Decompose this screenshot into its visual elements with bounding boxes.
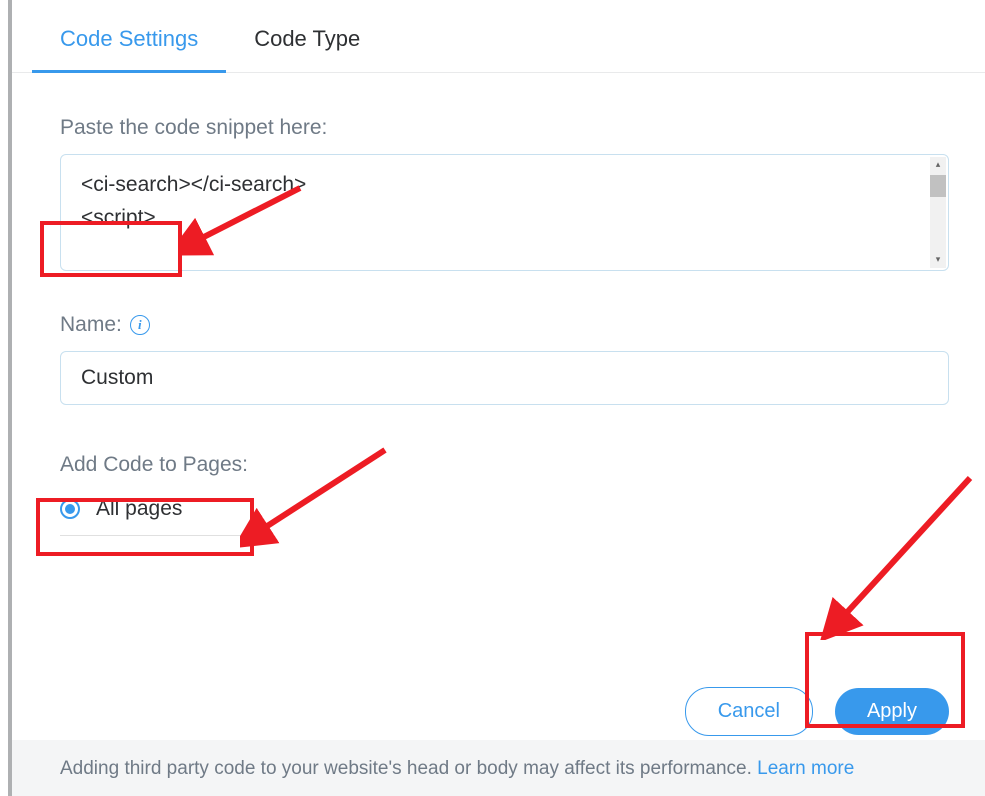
footer-text: Adding third party code to your website'… (60, 758, 757, 779)
radio-label: All pages (96, 497, 182, 521)
code-line: <ci-search></ci-search> (81, 169, 928, 202)
scroll-up-icon[interactable]: ▴ (930, 157, 946, 173)
cancel-button[interactable]: Cancel (685, 687, 813, 736)
snippet-label: Paste the code snippet here: (60, 116, 949, 140)
content-area[interactable]: Paste the code snippet here: <ci-search>… (12, 86, 949, 692)
learn-more-link[interactable]: Learn more (757, 758, 854, 779)
radio-all-pages[interactable]: All pages (60, 491, 260, 536)
name-input[interactable] (60, 351, 949, 405)
tab-code-type[interactable]: Code Type (254, 26, 360, 72)
name-label: Name: i (60, 313, 949, 337)
apply-button[interactable]: Apply (835, 688, 949, 735)
scroll-down-icon[interactable]: ▾ (930, 252, 946, 268)
info-icon[interactable]: i (130, 315, 150, 335)
tab-bar: Code Settings Code Type (12, 0, 985, 73)
name-label-text: Name: (60, 313, 122, 337)
radio-icon (60, 499, 80, 519)
code-snippet-input[interactable]: <ci-search></ci-search> <script> ▴ ▾ (60, 154, 949, 271)
tab-code-settings[interactable]: Code Settings (60, 26, 198, 72)
code-line: <script> (81, 202, 928, 235)
scrollbar-thumb[interactable] (930, 175, 946, 197)
dialog-buttons: Cancel Apply (685, 687, 949, 736)
dialog-panel: Code Settings Code Type Paste the code s… (8, 0, 985, 796)
pages-label: Add Code to Pages: (60, 453, 949, 477)
footer-note: Adding third party code to your website'… (12, 740, 985, 796)
